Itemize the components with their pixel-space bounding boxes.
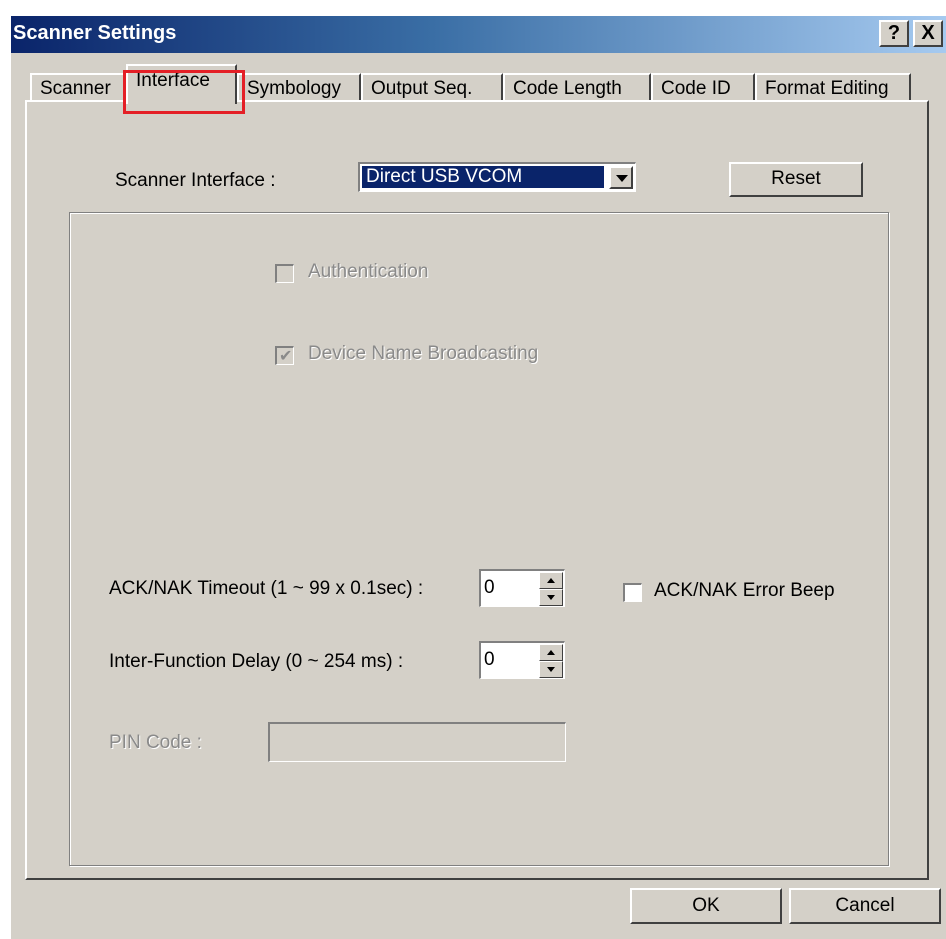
pin-code-label: PIN Code : bbox=[109, 732, 202, 753]
ack-nak-timeout-value: 0 bbox=[484, 577, 495, 598]
spin-up-button[interactable] bbox=[539, 572, 563, 589]
tab-output-seq[interactable]: Output Seq. bbox=[361, 73, 503, 102]
spin-down-button[interactable] bbox=[539, 589, 563, 606]
tab-code-id[interactable]: Code ID bbox=[651, 73, 755, 102]
checkmark-icon: ✔ bbox=[279, 348, 293, 365]
ok-button[interactable]: OK bbox=[630, 888, 782, 924]
close-button[interactable]: X bbox=[913, 20, 943, 47]
device-name-broadcasting-checkbox[interactable]: ✔ bbox=[275, 346, 294, 365]
scanner-settings-dialog: Scanner Settings ? X Scanner Interface S… bbox=[10, 15, 946, 939]
dropdown-button[interactable] bbox=[609, 166, 633, 189]
title-bar[interactable]: Scanner Settings ? X bbox=[11, 16, 946, 53]
spin-down-button[interactable] bbox=[539, 661, 563, 678]
ack-nak-timeout-label: ACK/NAK Timeout (1 ~ 99 x 0.1sec) : bbox=[109, 578, 424, 599]
pin-code-field[interactable] bbox=[268, 722, 566, 762]
scanner-interface-value: Direct USB VCOM bbox=[362, 166, 604, 188]
authentication-label: Authentication bbox=[308, 261, 429, 282]
spin-up-button[interactable] bbox=[539, 644, 563, 661]
help-button[interactable]: ? bbox=[879, 20, 909, 47]
tab-code-length[interactable]: Code Length bbox=[503, 73, 651, 102]
tab-format-editing[interactable]: Format Editing bbox=[755, 73, 911, 102]
scanner-interface-label: Scanner Interface : bbox=[115, 170, 276, 191]
arrow-up-icon bbox=[547, 578, 555, 583]
interface-options-group bbox=[69, 212, 889, 866]
inter-function-delay-label: Inter-Function Delay (0 ~ 254 ms) : bbox=[109, 651, 404, 672]
ack-nak-timeout-spinner[interactable]: 0 bbox=[479, 569, 565, 607]
spin-buttons bbox=[539, 572, 563, 606]
tab-scanner[interactable]: Scanner bbox=[30, 73, 126, 102]
cancel-button[interactable]: Cancel bbox=[789, 888, 941, 924]
arrow-down-icon bbox=[547, 667, 555, 672]
authentication-checkbox[interactable] bbox=[275, 264, 294, 283]
scanner-interface-dropdown[interactable]: Direct USB VCOM bbox=[358, 162, 636, 192]
spin-buttons bbox=[539, 644, 563, 678]
tab-symbology[interactable]: Symbology bbox=[237, 73, 361, 102]
inter-function-delay-value: 0 bbox=[484, 649, 495, 670]
window-title: Scanner Settings bbox=[13, 22, 177, 44]
device-name-broadcasting-label: Device Name Broadcasting bbox=[308, 343, 539, 364]
ack-nak-error-beep-label: ACK/NAK Error Beep bbox=[654, 580, 835, 601]
arrow-down-icon bbox=[547, 595, 555, 600]
arrow-up-icon bbox=[547, 650, 555, 655]
inter-function-delay-spinner[interactable]: 0 bbox=[479, 641, 565, 679]
tab-highlight-box bbox=[123, 70, 245, 114]
chevron-down-icon bbox=[616, 175, 628, 182]
ack-nak-error-beep-checkbox[interactable] bbox=[623, 583, 642, 602]
reset-button[interactable]: Reset bbox=[729, 162, 863, 197]
